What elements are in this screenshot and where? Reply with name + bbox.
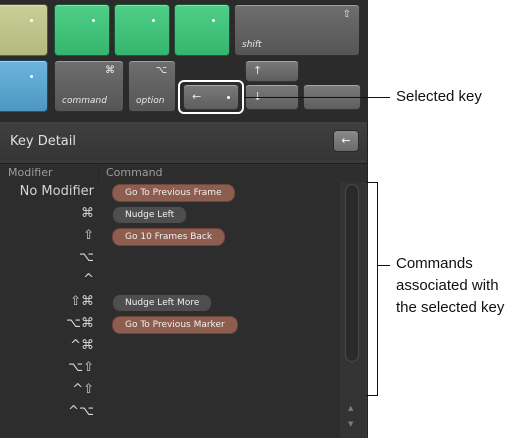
command-pill[interactable]: Go To Previous Frame [112, 184, 235, 202]
key-green-1[interactable] [54, 4, 110, 56]
column-command[interactable]: Command [106, 166, 163, 179]
modifier-label: ⌥⌘ [66, 316, 94, 331]
key-up-arrow[interactable]: ↑ [245, 60, 299, 82]
command-pill[interactable]: Nudge Left [112, 206, 188, 224]
key-blue[interactable] [0, 60, 48, 112]
modifier-label: No Modifier [19, 184, 94, 199]
selected-key-callout: Selected key [396, 88, 482, 105]
key-option[interactable]: ⌥ option [128, 60, 176, 112]
table-row: ^⌘ [0, 336, 340, 358]
left-arrow-icon: ← [341, 134, 351, 147]
commands-callout: Commands associated with the selected ke… [396, 253, 504, 319]
column-header: Modifier Command [0, 163, 367, 183]
table-row: ⌥⇧ [0, 358, 340, 380]
shift-arrow-icon: ⇧ [342, 9, 351, 20]
key-detail-panel: Key Detail ← Modifier Command No Modifie… [0, 122, 368, 438]
table-row: ⌥ [0, 248, 340, 270]
key-shift[interactable]: ⇧ shift [234, 4, 360, 56]
command-list: No Modifier Go To Previous Frame ⌘ Nudge… [0, 182, 340, 438]
table-row: ⇧ Go 10 Frames Back [0, 226, 340, 248]
table-row: ^⌥ [0, 402, 340, 424]
key-shift-label: shift [242, 40, 262, 50]
key-option-label: option [136, 96, 165, 106]
commands-bracket [366, 182, 378, 396]
modifier-label: ^⌘ [70, 338, 94, 353]
panel-title: Key Detail [10, 134, 76, 149]
command-symbol-icon: ⌘ [105, 65, 115, 76]
commands-leader-line [378, 265, 390, 266]
up-arrow-icon: ↑ [253, 64, 263, 77]
key-dot-icon [212, 19, 215, 22]
key-yellow[interactable] [0, 4, 48, 56]
modifier-label: ^ [83, 272, 94, 287]
modifier-label: ⌘ [81, 206, 94, 221]
commands-callout-line-1: Commands [396, 255, 473, 272]
modifier-label: ^⇧ [72, 382, 94, 397]
table-row: No Modifier Go To Previous Frame [0, 182, 340, 204]
table-row: ⌘ Nudge Left [0, 204, 340, 226]
table-row: ⌥⌘ Go To Previous Marker [0, 314, 340, 336]
scroll-down-icon[interactable]: ▼ [348, 420, 353, 428]
selected-key-leader-line [244, 97, 390, 98]
modifier-label: ⌥ [79, 250, 94, 265]
modifier-label: ⇧ [83, 228, 94, 243]
command-pill[interactable]: Go To Previous Marker [112, 316, 238, 334]
key-green-3[interactable] [174, 4, 230, 56]
keyboard-strip: ⇧ shift ⌘ command ⌥ option ← ↑ ↓ [0, 0, 368, 122]
key-dot-icon [152, 19, 155, 22]
option-symbol-icon: ⌥ [155, 65, 167, 76]
commands-callout-line-3: the selected key [396, 299, 505, 316]
table-row: ^⇧ [0, 380, 340, 402]
key-dot-icon [30, 19, 33, 22]
key-dot-icon [30, 75, 33, 78]
commands-callout-line-2: associated with [396, 277, 499, 294]
column-modifier[interactable]: Modifier [8, 166, 52, 179]
scrollbar-thumb[interactable] [345, 184, 359, 362]
scroll-up-icon[interactable]: ▲ [348, 404, 353, 412]
key-command[interactable]: ⌘ command [54, 60, 124, 112]
command-pill[interactable]: Nudge Left More [112, 294, 213, 312]
modifier-label: ⇧⌘ [70, 294, 94, 309]
left-arrow-key-button[interactable]: ← [333, 130, 359, 152]
panel-header: Key Detail ← [0, 122, 367, 160]
selected-key-highlight [178, 80, 244, 114]
key-command-label: command [62, 96, 107, 106]
key-dot-icon [92, 19, 95, 22]
modifier-label: ^⌥ [68, 404, 94, 419]
table-row: ⇧⌘ Nudge Left More [0, 292, 340, 314]
modifier-label: ⌥⇧ [68, 360, 94, 375]
table-row: ^ [0, 270, 340, 292]
key-green-2[interactable] [114, 4, 170, 56]
command-pill[interactable]: Go 10 Frames Back [112, 228, 226, 246]
